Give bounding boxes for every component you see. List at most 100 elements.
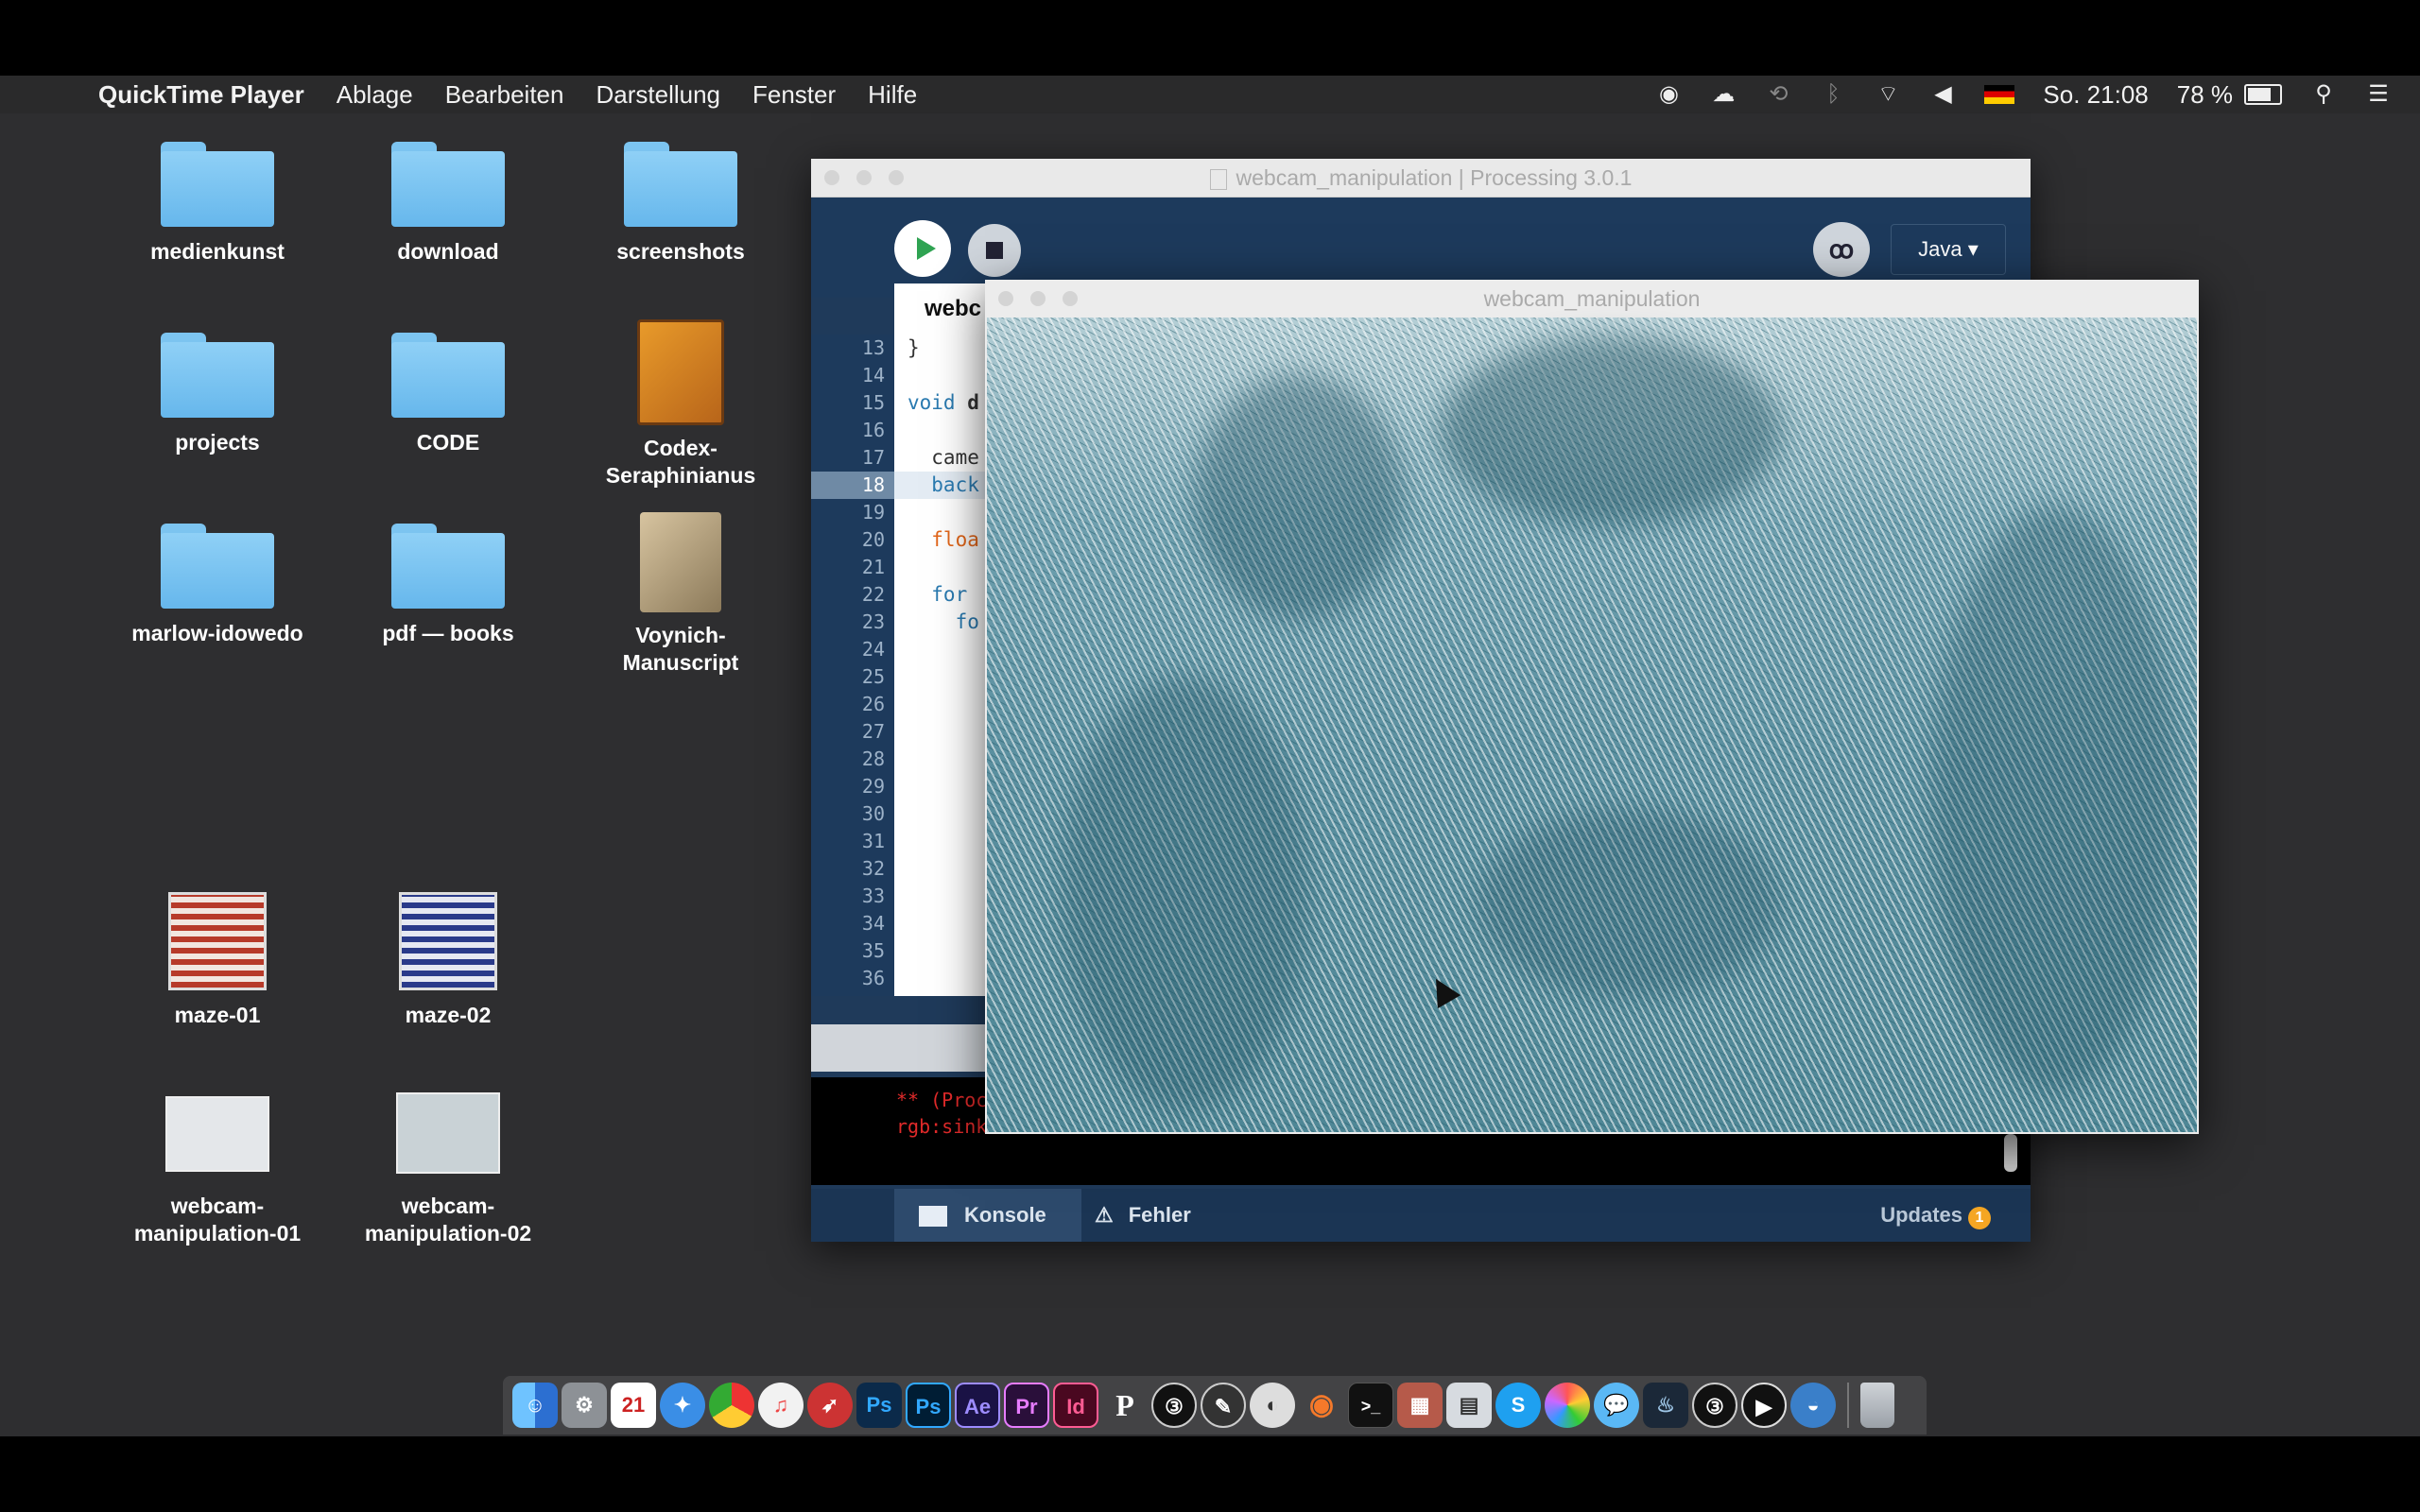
line-number: 30 bbox=[861, 802, 885, 825]
zoom-window-button[interactable] bbox=[1063, 291, 1078, 306]
desktop-folder-marlow-idowedo[interactable]: marlow-idowedo bbox=[113, 524, 321, 647]
system-preferences-icon[interactable]: ⚙ bbox=[562, 1383, 607, 1428]
processing-icon[interactable]: ③ bbox=[1692, 1383, 1737, 1428]
shading bbox=[1195, 374, 1403, 620]
quicktime-icon[interactable]: ▶ bbox=[1741, 1383, 1787, 1428]
inkscape-icon[interactable]: ✎ bbox=[1201, 1383, 1246, 1428]
line-number: 34 bbox=[861, 912, 885, 935]
desktop-file-voynich-manuscript[interactable]: Voynich- Manuscript bbox=[577, 512, 785, 677]
safari-icon[interactable]: ✦ bbox=[660, 1383, 705, 1428]
finder-icon[interactable]: ☺ bbox=[512, 1383, 558, 1428]
photoshop-icon[interactable]: Ps bbox=[906, 1383, 951, 1428]
messages-icon[interactable]: 💬 bbox=[1594, 1383, 1639, 1428]
menu-fenster[interactable]: Fenster bbox=[752, 80, 836, 110]
desktop-folder-code[interactable]: CODE bbox=[344, 333, 552, 456]
desktop-file-webcam-manipulation-02[interactable]: webcam- manipulation-02 bbox=[344, 1092, 552, 1247]
desktop-item-label: screenshots bbox=[616, 239, 745, 264]
window-titlebar[interactable]: webcam_manipulation | Processing 3.0.1 bbox=[811, 159, 2031, 198]
steam-icon[interactable]: ♨ bbox=[1643, 1383, 1688, 1428]
folder-icon bbox=[391, 333, 505, 418]
mode-selector[interactable]: Java ▾ bbox=[1891, 224, 2006, 275]
minimize-window-button[interactable] bbox=[1030, 291, 1046, 306]
volume-icon[interactable]: ◀ bbox=[1929, 81, 1956, 108]
network-app-icon[interactable]: ◒ bbox=[1790, 1383, 1836, 1428]
creative-cloud-icon[interactable]: ☁ bbox=[1710, 81, 1737, 108]
maze-image-icon bbox=[168, 892, 267, 990]
desktop-item-label: medienkunst bbox=[150, 239, 285, 264]
screen-record-icon[interactable]: ◉ bbox=[1655, 81, 1682, 108]
time-machine-icon[interactable]: ⟲ bbox=[1765, 81, 1791, 108]
input-source-flag-icon[interactable] bbox=[1984, 85, 2015, 104]
desktop-file-maze-01[interactable]: maze-01 bbox=[113, 892, 321, 1029]
console-line: rgb:sink bbox=[896, 1115, 988, 1138]
window-title: webcam_manipulation | Processing 3.0.1 bbox=[1236, 165, 1633, 190]
folder-icon bbox=[161, 524, 274, 609]
line-number: 15 bbox=[861, 391, 885, 414]
debugger-icon[interactable]: ꝏ bbox=[1813, 222, 1870, 277]
preview-icon[interactable]: ▦ bbox=[1397, 1383, 1443, 1428]
line-number: 25 bbox=[861, 665, 885, 688]
blender-icon[interactable]: ◉ bbox=[1299, 1383, 1344, 1428]
photos-icon[interactable] bbox=[1545, 1383, 1590, 1428]
desktop-folder-projects[interactable]: projects bbox=[113, 333, 321, 456]
shading bbox=[1932, 507, 2178, 1092]
window-titlebar[interactable]: webcam_manipulation bbox=[985, 280, 2199, 318]
files-icon[interactable]: ▤ bbox=[1446, 1383, 1492, 1428]
bluetooth-icon[interactable]: ᛒ bbox=[1820, 81, 1846, 108]
desktop-file-maze-02[interactable]: maze-02 bbox=[344, 892, 552, 1029]
updates-label: Updates bbox=[1880, 1203, 1962, 1227]
tab-konsole[interactable]: Konsole bbox=[894, 1189, 1081, 1242]
after-effects-icon[interactable]: Ae bbox=[955, 1383, 1000, 1428]
close-window-button[interactable] bbox=[998, 291, 1013, 306]
zoom-window-button[interactable] bbox=[889, 170, 904, 185]
desktop-folder-medienkunst[interactable]: medienkunst bbox=[113, 142, 321, 266]
kernel-app-icon[interactable]: ◐ bbox=[1250, 1383, 1295, 1428]
shading bbox=[1063, 677, 1308, 1111]
line-number: 28 bbox=[861, 747, 885, 770]
premiere-icon[interactable]: Pr bbox=[1004, 1383, 1049, 1428]
sketch-canvas[interactable] bbox=[987, 318, 2197, 1132]
p-app-icon[interactable]: P bbox=[1102, 1383, 1148, 1428]
updates-link[interactable]: Updates 1 bbox=[1880, 1189, 1991, 1242]
calendar-icon[interactable]: 21 bbox=[611, 1383, 656, 1428]
menu-ablage[interactable]: Ablage bbox=[337, 80, 413, 110]
indesign-icon[interactable]: Id bbox=[1053, 1383, 1098, 1428]
desktop-folder-download[interactable]: download bbox=[344, 142, 552, 266]
notification-center-icon[interactable]: ☰ bbox=[2365, 81, 2392, 108]
spotlight-search-icon[interactable]: ⚲ bbox=[2310, 81, 2337, 108]
minimize-window-button[interactable] bbox=[856, 170, 872, 185]
battery-icon[interactable] bbox=[2244, 84, 2282, 105]
chrome-icon[interactable] bbox=[709, 1383, 754, 1428]
desktop-folder-screenshots[interactable]: screenshots bbox=[577, 142, 785, 266]
desktop-folder-pdf-books[interactable]: pdf — books bbox=[344, 524, 552, 647]
processing-icon[interactable]: ③ bbox=[1151, 1383, 1197, 1428]
menu-hilfe[interactable]: Hilfe bbox=[868, 80, 917, 110]
clock[interactable]: So. 21:08 bbox=[2043, 80, 2148, 110]
desktop-file-codex-seraphinianus[interactable]: Codex- Seraphinianus bbox=[577, 319, 785, 490]
terminal-icon[interactable]: >_ bbox=[1348, 1383, 1393, 1428]
battery-percent[interactable]: 78 % bbox=[2177, 80, 2233, 110]
line-number-gutter: 13 14 15 16 17 18 19 20 21 22 23 24 25 2… bbox=[811, 335, 894, 996]
code-keyword: void bbox=[908, 391, 968, 414]
folder-icon bbox=[391, 524, 505, 609]
desktop-file-webcam-manipulation-01[interactable]: webcam- manipulation-01 bbox=[113, 1096, 321, 1247]
video-letterbox-bottom bbox=[0, 1436, 2420, 1512]
run-button[interactable] bbox=[894, 220, 951, 277]
photoshop-icon[interactable]: Ps bbox=[856, 1383, 902, 1428]
line-number: 27 bbox=[861, 720, 885, 743]
menu-app-name[interactable]: QuickTime Player bbox=[98, 80, 304, 110]
console-scrollbar[interactable] bbox=[2004, 1134, 2017, 1172]
dock-separator bbox=[1847, 1383, 1849, 1428]
skype-icon[interactable]: S bbox=[1495, 1383, 1541, 1428]
tab-fehler[interactable]: ⚠ Fehler bbox=[1070, 1189, 1255, 1242]
trash-icon[interactable] bbox=[1860, 1383, 1894, 1428]
code-identifier: d bbox=[967, 391, 979, 414]
itunes-icon[interactable]: ♫ bbox=[758, 1383, 804, 1428]
launchpad-icon[interactable]: ➶ bbox=[807, 1383, 853, 1428]
stop-button[interactable] bbox=[968, 224, 1021, 277]
wifi-icon[interactable]: ⌔ bbox=[1875, 81, 1901, 108]
menu-bearbeiten[interactable]: Bearbeiten bbox=[445, 80, 564, 110]
line-number: 19 bbox=[861, 501, 885, 524]
close-window-button[interactable] bbox=[824, 170, 839, 185]
menu-darstellung[interactable]: Darstellung bbox=[596, 80, 720, 110]
